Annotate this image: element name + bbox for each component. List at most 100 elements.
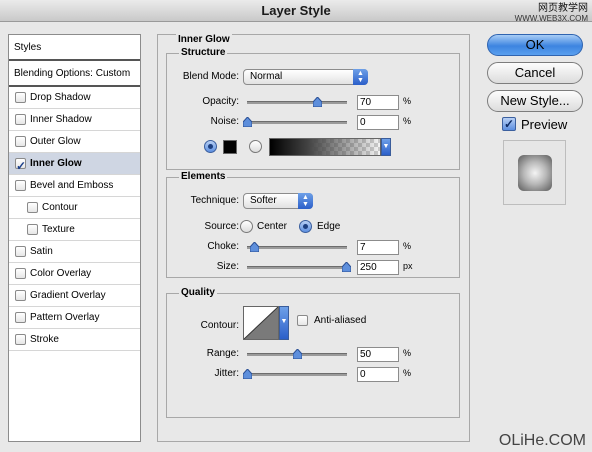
- style-checkbox[interactable]: [15, 155, 26, 177]
- style-item-stroke[interactable]: Stroke: [9, 329, 140, 351]
- contour-picker[interactable]: [243, 306, 279, 340]
- style-item-label: Color Overlay: [30, 268, 92, 279]
- gradient-dropdown-icon[interactable]: ▼: [381, 138, 391, 156]
- choke-unit: %: [403, 241, 412, 251]
- style-item-outer-glow[interactable]: Outer Glow: [9, 131, 140, 153]
- color-swatch[interactable]: [223, 140, 237, 154]
- preview-swatch: [518, 155, 552, 191]
- window-title: Layer Style: [0, 0, 592, 22]
- range-label: Range:: [206, 348, 239, 359]
- style-checkbox[interactable]: [15, 136, 26, 147]
- noise-slider-thumb[interactable]: [243, 117, 252, 127]
- style-item-label: Gradient Overlay: [30, 290, 106, 301]
- noise-label: Noise:: [210, 116, 239, 127]
- size-slider-thumb[interactable]: [342, 262, 351, 272]
- technique-value: Softer: [250, 195, 277, 206]
- style-item-inner-shadow[interactable]: Inner Shadow: [9, 109, 140, 131]
- blend-mode-select[interactable]: Normal ▲ ▼: [243, 69, 368, 85]
- anti-aliased-checkbox[interactable]: [297, 315, 308, 326]
- style-item-label: Bevel and Emboss: [30, 180, 114, 191]
- size-field[interactable]: 250: [357, 260, 399, 275]
- size-slider[interactable]: [247, 262, 351, 272]
- style-checkbox[interactable]: [15, 312, 26, 323]
- opacity-unit: %: [403, 96, 412, 106]
- noise-field[interactable]: 0: [357, 115, 399, 130]
- style-checkbox[interactable]: [15, 114, 26, 125]
- jitter-field[interactable]: 0: [357, 367, 399, 382]
- quality-group: Quality Contour: ▼ Anti-aliased Range: 5…: [166, 287, 460, 418]
- style-item-label: Inner Glow: [30, 158, 82, 169]
- noise-slider[interactable]: [243, 117, 347, 127]
- style-item-contour[interactable]: Contour: [9, 197, 140, 219]
- source-center-label[interactable]: Center: [257, 221, 287, 232]
- contour-linear-icon: [243, 306, 279, 340]
- choke-slider-thumb[interactable]: [250, 242, 259, 252]
- gradient-swatch[interactable]: [269, 138, 381, 156]
- range-field[interactable]: 50: [357, 347, 399, 362]
- style-item-label: Contour: [42, 202, 78, 213]
- style-checkbox[interactable]: [15, 246, 26, 257]
- range-slider-thumb[interactable]: [293, 349, 302, 359]
- style-item-bevel-and-emboss[interactable]: Bevel and Emboss: [9, 175, 140, 197]
- style-checkbox[interactable]: [15, 334, 26, 345]
- inner-glow-group: Inner Glow Structure Blend Mode: Normal …: [157, 34, 470, 442]
- preview-label[interactable]: Preview: [521, 117, 567, 132]
- technique-label: Technique:: [190, 195, 239, 206]
- style-item-label: Inner Shadow: [30, 114, 92, 125]
- source-center-radio[interactable]: [240, 220, 253, 233]
- styles-list: Styles Blending Options: Custom Drop Sha…: [8, 34, 141, 442]
- contour-label: Contour:: [200, 320, 239, 331]
- range-unit: %: [403, 348, 412, 358]
- anti-aliased-label[interactable]: Anti-aliased: [314, 315, 366, 326]
- jitter-label: Jitter:: [214, 368, 239, 379]
- ok-button[interactable]: OK: [487, 34, 583, 56]
- noise-unit: %: [403, 116, 412, 126]
- style-item-label: Stroke: [30, 334, 59, 345]
- style-item-drop-shadow[interactable]: Drop Shadow: [9, 87, 140, 109]
- style-item-label: Drop Shadow: [30, 92, 91, 103]
- jitter-slider[interactable]: [243, 369, 347, 379]
- style-item-gradient-overlay[interactable]: Gradient Overlay: [9, 285, 140, 307]
- choke-field[interactable]: 7: [357, 240, 399, 255]
- blending-options-item[interactable]: Blending Options: Custom: [9, 61, 140, 87]
- select-arrows-icon: ▲ ▼: [298, 193, 313, 209]
- preview-checkbox[interactable]: ✓: [502, 117, 516, 131]
- style-item-texture[interactable]: Texture: [9, 219, 140, 241]
- opacity-slider[interactable]: [247, 97, 347, 107]
- color-radio[interactable]: [204, 140, 217, 153]
- technique-select[interactable]: Softer ▲ ▼: [243, 193, 313, 209]
- style-checkbox[interactable]: [15, 290, 26, 301]
- cancel-button[interactable]: Cancel: [487, 62, 583, 84]
- style-checkbox[interactable]: [15, 92, 26, 103]
- style-checkbox[interactable]: [27, 224, 38, 235]
- new-style-button[interactable]: New Style...: [487, 90, 583, 112]
- style-checkbox[interactable]: [27, 202, 38, 213]
- styles-header[interactable]: Styles: [9, 35, 140, 61]
- style-item-inner-glow[interactable]: Inner Glow: [9, 153, 140, 177]
- range-slider[interactable]: [247, 349, 347, 359]
- watermark-top-line1: 网页教学网: [538, 3, 588, 14]
- size-label: Size:: [216, 261, 239, 272]
- style-checkbox[interactable]: [15, 268, 26, 279]
- style-items: Drop Shadow Inner Shadow Outer Glow Inner G…: [9, 87, 140, 351]
- opacity-label: Opacity:: [202, 96, 239, 107]
- watermark-top: 网页教学网 WWW.WEB3X.COM: [515, 4, 588, 24]
- opacity-field[interactable]: 70: [357, 95, 399, 110]
- opacity-slider-thumb[interactable]: [313, 97, 322, 107]
- style-item-pattern-overlay[interactable]: Pattern Overlay: [9, 307, 140, 329]
- style-item-satin[interactable]: Satin: [9, 241, 140, 263]
- blend-mode-value: Normal: [250, 71, 283, 82]
- preview-thumbnail: [503, 140, 566, 205]
- select-arrows-icon: ▲ ▼: [353, 69, 368, 85]
- contour-dropdown-icon[interactable]: ▼: [279, 306, 289, 340]
- style-item-label: Texture: [42, 224, 75, 235]
- gradient-radio[interactable]: [249, 140, 262, 153]
- jitter-slider-thumb[interactable]: [243, 369, 252, 379]
- source-edge-radio[interactable]: [299, 220, 312, 233]
- style-item-color-overlay[interactable]: Color Overlay: [9, 263, 140, 285]
- choke-slider[interactable]: [247, 242, 347, 252]
- source-edge-label[interactable]: Edge: [317, 221, 340, 232]
- style-checkbox[interactable]: [15, 180, 26, 191]
- style-item-label: Pattern Overlay: [30, 312, 100, 323]
- jitter-unit: %: [403, 368, 412, 378]
